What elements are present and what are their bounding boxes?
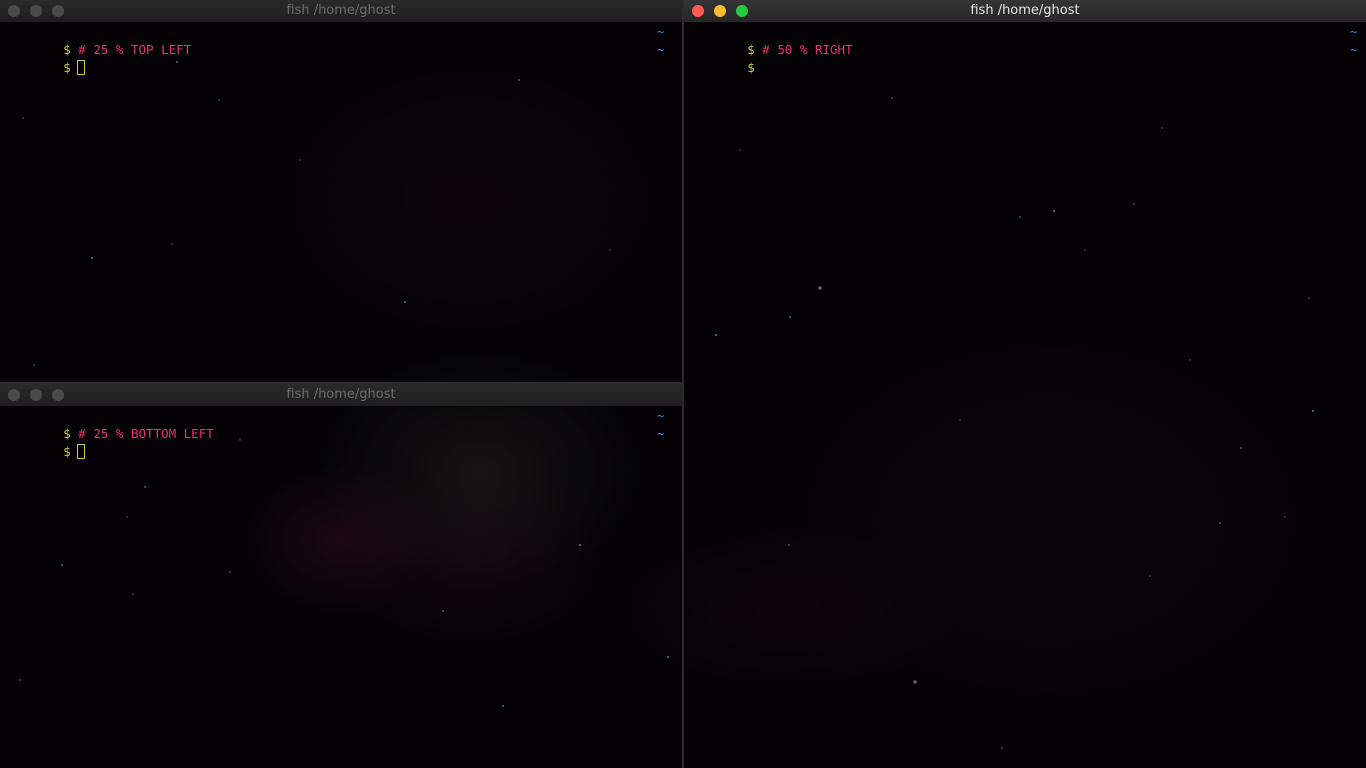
right-prompt: ~: [657, 43, 665, 57]
terminal-body[interactable]: $ # 25 % BOTTOM LEFT $ ~ ~: [0, 406, 682, 768]
block-cursor-icon: [76, 444, 85, 459]
terminal-body[interactable]: $ # 25 % TOP LEFT $ ~ ~: [0, 22, 682, 382]
close-button-icon[interactable]: [8, 5, 20, 17]
terminal-window-top-left[interactable]: fish /home/ghost $ # 25 % TOP LEFT $ ~ ~: [0, 0, 682, 382]
prompt-symbol: $: [63, 444, 71, 459]
terminal-line: $ # 25 % TOP LEFT: [3, 23, 191, 57]
terminal-line: $ # 50 % RIGHT: [687, 23, 852, 57]
right-prompt: ~: [657, 409, 665, 423]
terminal-line: $ # 25 % BOTTOM LEFT: [3, 407, 214, 441]
titlebar-top-left[interactable]: fish /home/ghost: [0, 0, 682, 22]
maximize-button-icon[interactable]: [52, 5, 64, 17]
terminal-input-line[interactable]: $: [687, 41, 755, 75]
command-text: # 25 % BOTTOM LEFT: [78, 426, 214, 441]
right-prompt: ~: [1350, 43, 1358, 57]
close-button-icon[interactable]: [8, 389, 20, 401]
minimize-button-icon[interactable]: [30, 5, 42, 17]
terminal-input-line[interactable]: $: [3, 41, 85, 75]
prompt-symbol: $: [63, 60, 71, 75]
window-controls: [8, 389, 74, 401]
command-text: # 25 % TOP LEFT: [78, 42, 192, 57]
terminal-body[interactable]: $ # 50 % RIGHT $ ~ ~: [684, 22, 1366, 768]
terminal-window-right[interactable]: fish /home/ghost $ # 50 % RIGHT $ ~ ~: [684, 0, 1366, 768]
right-prompt: ~: [657, 25, 665, 39]
right-prompt: ~: [1350, 25, 1358, 39]
block-cursor-icon: [76, 60, 85, 75]
minimize-button-icon[interactable]: [714, 5, 726, 17]
terminal-window-bottom-left[interactable]: fish /home/ghost $ # 25 % BOTTOM LEFT $ …: [0, 384, 682, 768]
minimize-button-icon[interactable]: [30, 389, 42, 401]
prompt-symbol: $: [747, 60, 755, 75]
maximize-button-icon[interactable]: [52, 389, 64, 401]
maximize-button-icon[interactable]: [736, 5, 748, 17]
window-title: fish /home/ghost: [286, 3, 396, 18]
window-controls: [692, 5, 758, 17]
window-title: fish /home/ghost: [970, 3, 1080, 18]
window-title: fish /home/ghost: [286, 387, 396, 402]
terminal-input-line[interactable]: $: [3, 425, 85, 459]
right-prompt: ~: [657, 427, 665, 441]
titlebar-bottom-left[interactable]: fish /home/ghost: [0, 384, 682, 406]
titlebar-right[interactable]: fish /home/ghost: [684, 0, 1366, 22]
command-text: # 50 % RIGHT: [762, 42, 853, 57]
window-controls: [8, 5, 74, 17]
desktop-wallpaper: fish /home/ghost $ # 25 % TOP LEFT $ ~ ~…: [0, 0, 1366, 768]
close-button-icon[interactable]: [692, 5, 704, 17]
